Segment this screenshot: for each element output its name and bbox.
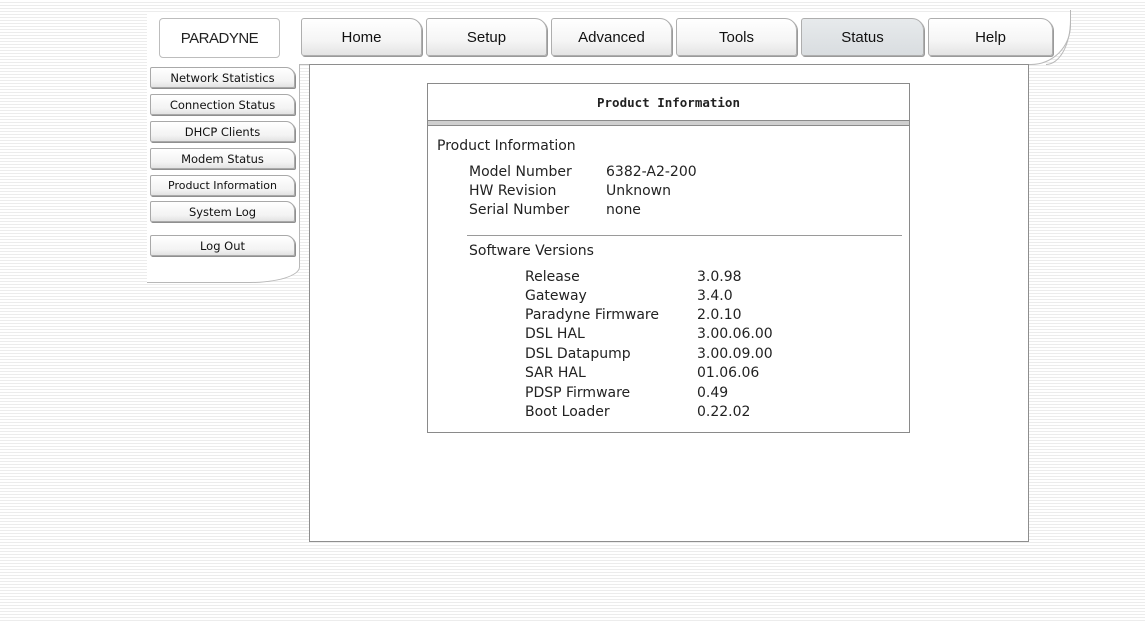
product-info-title-bar <box>428 121 909 126</box>
sidebar-item-product-information[interactable]: Product Information <box>150 175 295 196</box>
sidebar-item-system-log[interactable]: System Log <box>150 201 295 222</box>
field-value-model-number: 6382-A2-200 <box>606 164 697 180</box>
section-title-product-information: Product Information <box>437 138 576 154</box>
sw-value-dsl-datapump: 3.00.09.00 <box>697 346 773 362</box>
tab-help[interactable]: Help <box>928 18 1053 56</box>
tab-status[interactable]: Status <box>801 18 924 56</box>
sw-label-dsl-hal: DSL HAL <box>525 326 585 342</box>
sw-value-boot-loader: 0.22.02 <box>697 404 751 420</box>
sw-label-boot-loader: Boot Loader <box>525 404 610 420</box>
paradyne-logo: PARADYNE <box>159 18 280 58</box>
tab-tools[interactable]: Tools <box>676 18 797 56</box>
sw-value-release: 3.0.98 <box>697 269 742 285</box>
sw-value-gateway: 3.4.0 <box>697 288 733 304</box>
field-value-serial-number: none <box>606 202 641 218</box>
field-label-hw-revision: HW Revision <box>469 183 557 199</box>
sidebar-item-network-statistics[interactable]: Network Statistics <box>150 67 295 88</box>
sidebar-item-connection-status[interactable]: Connection Status <box>150 94 295 115</box>
sidebar-item-dhcp-clients[interactable]: DHCP Clients <box>150 121 295 142</box>
sw-value-paradyne-firmware: 2.0.10 <box>697 307 742 323</box>
tab-home[interactable]: Home <box>301 18 422 56</box>
tab-advanced[interactable]: Advanced <box>551 18 672 56</box>
sw-label-dsl-datapump: DSL Datapump <box>525 346 631 362</box>
logout-button[interactable]: Log Out <box>150 235 295 256</box>
field-label-serial-number: Serial Number <box>469 202 570 218</box>
sw-value-sar-hal: 01.06.06 <box>697 365 760 381</box>
product-info-box-title: Product Information <box>428 84 909 121</box>
sw-value-dsl-hal: 3.00.06.00 <box>697 326 773 342</box>
sw-label-paradyne-firmware: Paradyne Firmware <box>525 307 659 323</box>
sw-label-sar-hal: SAR HAL <box>525 365 586 381</box>
sw-label-gateway: Gateway <box>525 288 587 304</box>
field-value-hw-revision: Unknown <box>606 183 671 199</box>
tab-setup[interactable]: Setup <box>426 18 547 56</box>
sw-label-release: Release <box>525 269 580 285</box>
field-label-model-number: Model Number <box>469 164 572 180</box>
sw-label-pdsp-firmware: PDSP Firmware <box>525 385 631 401</box>
sw-value-pdsp-firmware: 0.49 <box>697 385 729 401</box>
sidebar-item-modem-status[interactable]: Modem Status <box>150 148 295 169</box>
section-title-software-versions: Software Versions <box>469 243 594 259</box>
section-divider <box>467 235 902 236</box>
